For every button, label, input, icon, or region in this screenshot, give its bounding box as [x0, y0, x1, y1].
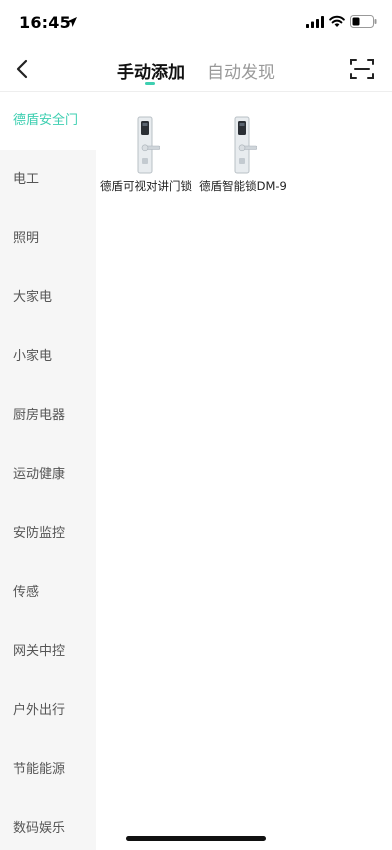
category-item-dedun-security-door[interactable]: 德盾安全门 [0, 92, 96, 150]
product-grid: 德盾可视对讲门锁 德盾智能锁DM-9 [96, 92, 392, 832]
door-lock-icon [137, 116, 160, 174]
category-item-security-monitoring[interactable]: 安防监控 [0, 505, 96, 563]
door-lock-icon [234, 116, 257, 174]
tab-manual-add[interactable]: 手动添加 [117, 58, 185, 83]
product-card[interactable]: 德盾智能锁DM-9 [193, 116, 293, 194]
wifi-icon [329, 15, 345, 27]
active-tab-indicator [145, 82, 155, 85]
category-item-gateway-control[interactable]: 网关中控 [0, 623, 96, 681]
nav-bar: 手动添加 自动发现 [0, 46, 392, 92]
category-item-sports-health[interactable]: 运动健康 [0, 446, 96, 504]
back-button[interactable] [8, 54, 36, 84]
location-arrow-icon [67, 17, 77, 27]
cellular-signal-icon [306, 16, 324, 28]
product-name: 德盾智能锁DM-9 [199, 179, 287, 193]
scan-icon[interactable] [350, 58, 374, 80]
status-time: 16:45 [19, 13, 71, 32]
battery-icon [350, 15, 377, 28]
category-item-kitchen-appliances[interactable]: 厨房电器 [0, 387, 96, 445]
product-card[interactable]: 德盾可视对讲门锁 [96, 116, 196, 194]
product-name: 德盾可视对讲门锁 [100, 179, 192, 193]
category-item-small-appliances[interactable]: 小家电 [0, 328, 96, 386]
tab-auto-discover[interactable]: 自动发现 [207, 58, 275, 83]
category-item-digital-entertainment[interactable]: 数码娱乐 [0, 800, 96, 850]
device-add-screen: 16:45 手动添加 自动发现 德盾安全门 电工 照明 大家电 小家电 厨房电器… [0, 0, 392, 850]
category-item-electrician[interactable]: 电工 [0, 151, 96, 209]
home-indicator [126, 836, 266, 841]
category-sidebar: 德盾安全门 电工 照明 大家电 小家电 厨房电器 运动健康 安防监控 传感 网关… [0, 92, 96, 850]
category-item-large-appliances[interactable]: 大家电 [0, 269, 96, 327]
category-item-sensors[interactable]: 传感 [0, 564, 96, 622]
category-item-energy-saving[interactable]: 节能能源 [0, 741, 96, 799]
chevron-left-icon [16, 59, 28, 79]
status-bar: 16:45 [0, 0, 392, 46]
category-item-lighting[interactable]: 照明 [0, 210, 96, 268]
category-item-outdoor-travel[interactable]: 户外出行 [0, 682, 96, 740]
